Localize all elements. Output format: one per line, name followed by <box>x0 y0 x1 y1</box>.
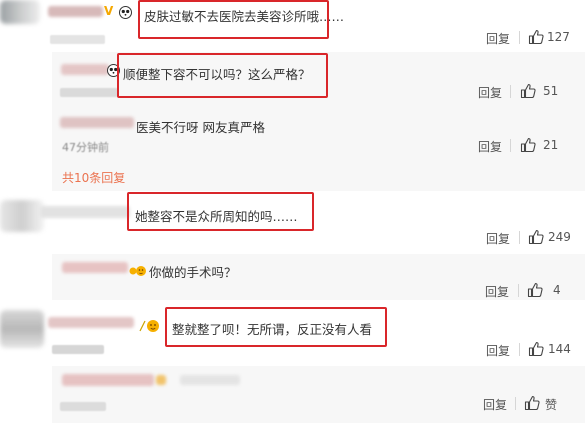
view-all-replies-link[interactable]: 共10条回复 <box>62 169 125 186</box>
username-blurred[interactable] <box>40 206 130 218</box>
thumb-up-icon[interactable] <box>520 83 536 99</box>
timestamp-blurred <box>60 402 106 411</box>
reaction-emoji-icon <box>138 318 160 332</box>
emoji-blurred <box>156 375 166 385</box>
highlight-box <box>138 0 329 39</box>
divider <box>510 139 511 152</box>
like-label[interactable]: 赞 <box>545 396 557 413</box>
highlight-box <box>117 53 328 98</box>
timestamp: 47分钟前 <box>62 141 109 154</box>
username-blurred <box>180 375 240 385</box>
reply-text: 医美不行呀 网友真严格 <box>136 120 265 135</box>
divider <box>519 231 520 244</box>
panda-emoji-icon <box>119 6 132 19</box>
divider <box>510 85 511 98</box>
like-count: 4 <box>553 283 561 297</box>
reply-button[interactable]: 回复 <box>486 342 510 359</box>
like-count: 51 <box>543 84 559 98</box>
comment-section: { "comments": [ {"text":"皮肤过敏不去医院去美容诊所哦…… <box>0 0 585 423</box>
reply-button[interactable]: 回复 <box>483 396 507 413</box>
reaction-emoji-icon <box>129 262 147 276</box>
avatar[interactable] <box>0 0 40 24</box>
thumb-up-icon[interactable] <box>528 341 544 357</box>
username-blurred[interactable] <box>48 6 103 17</box>
divider <box>519 31 520 44</box>
v-badge-icon: V <box>104 4 114 18</box>
reply-button[interactable]: 回复 <box>478 138 502 155</box>
like-count: 249 <box>548 230 571 244</box>
thumb-up-icon[interactable] <box>524 395 540 411</box>
timestamp-blurred <box>50 35 105 44</box>
reply-button[interactable]: 回复 <box>478 84 502 101</box>
username-blurred[interactable] <box>62 262 128 273</box>
thumb-up-icon[interactable] <box>520 137 536 153</box>
like-count: 127 <box>547 30 570 44</box>
username-blurred[interactable] <box>61 64 109 75</box>
username-blurred[interactable] <box>60 117 134 128</box>
timestamp-blurred <box>52 345 104 354</box>
avatar[interactable] <box>0 200 44 232</box>
divider <box>518 284 519 297</box>
reply-text: 你做的手术吗？ <box>149 265 237 280</box>
reply-button[interactable]: 回复 <box>486 230 510 247</box>
thumb-up-icon[interactable] <box>528 29 544 45</box>
thumb-up-icon[interactable] <box>527 282 543 298</box>
like-count: 21 <box>543 138 559 152</box>
reply-button[interactable]: 回复 <box>486 30 510 47</box>
divider <box>515 397 516 410</box>
username-blurred[interactable] <box>62 374 154 386</box>
timestamp-blurred <box>60 88 118 97</box>
like-count: 144 <box>548 342 571 356</box>
reply-button[interactable]: 回复 <box>485 283 509 300</box>
username-blurred[interactable] <box>48 317 134 328</box>
divider <box>519 343 520 356</box>
avatar[interactable] <box>0 310 44 348</box>
highlight-box <box>127 192 314 231</box>
thumb-up-icon[interactable] <box>528 229 544 245</box>
highlight-box <box>165 307 387 347</box>
